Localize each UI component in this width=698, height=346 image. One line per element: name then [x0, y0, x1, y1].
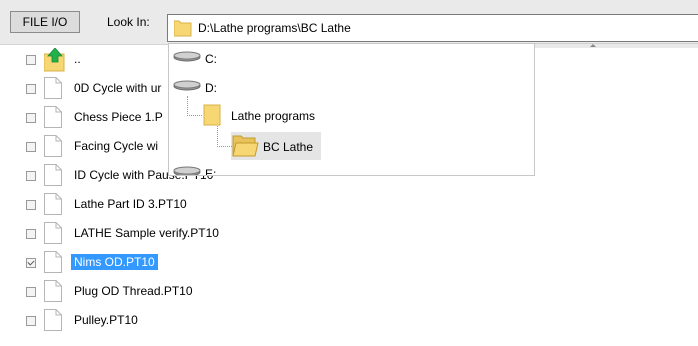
row-checkbox[interactable] — [26, 229, 36, 239]
file-name: Plug OD Thread.PT10 — [74, 284, 193, 298]
drive-icon — [173, 166, 201, 175]
dropdown-item-drive-c[interactable]: C: — [173, 49, 293, 69]
up-folder-icon — [43, 47, 66, 75]
file-row[interactable]: Lathe Part ID 3.PT10 — [0, 190, 698, 219]
document-icon — [44, 280, 62, 305]
row-checkbox[interactable] — [26, 55, 36, 65]
document-icon — [44, 164, 62, 189]
document-icon — [44, 222, 62, 247]
document-icon — [44, 251, 62, 276]
dropdown-item-label: C: — [205, 52, 217, 66]
current-path-text: D:\Lathe programs\BC Lathe — [198, 21, 351, 35]
file-name: Lathe Part ID 3.PT10 — [74, 197, 187, 211]
row-checkbox[interactable] — [26, 142, 36, 152]
open-folder-icon — [231, 134, 259, 161]
row-checkbox[interactable] — [26, 171, 36, 181]
look-in-label: Look In: — [107, 15, 150, 29]
row-checkbox[interactable] — [26, 287, 36, 297]
file-name: LATHE Sample verify.PT10 — [74, 226, 219, 240]
file-name-selected: Nims OD.PT10 — [71, 254, 158, 270]
row-checkbox[interactable] — [26, 200, 36, 210]
file-row-selected[interactable]: Nims OD.PT10 — [0, 248, 698, 277]
drive-icon — [173, 51, 201, 66]
dropdown-item-bc-lathe[interactable]: BC Lathe — [231, 132, 321, 160]
list-header-strip — [535, 43, 698, 48]
document-icon — [44, 106, 62, 131]
file-name: .. — [74, 52, 81, 66]
row-checkbox-checked[interactable] — [26, 258, 36, 268]
row-checkbox[interactable] — [26, 316, 36, 326]
look-in-path-combo[interactable]: D:\Lathe programs\BC Lathe — [167, 14, 698, 42]
scroll-up-arrow-icon[interactable] — [590, 44, 596, 47]
dropdown-item-drive-e[interactable]: E: — [173, 164, 293, 176]
dropdown-item-label: E: — [205, 167, 217, 176]
file-io-button[interactable]: FILE I/O — [10, 11, 80, 33]
toolbar: FILE I/O Look In: D:\Lathe programs\BC L… — [0, 0, 698, 45]
document-icon — [44, 77, 62, 102]
dropdown-item-label: BC Lathe — [263, 140, 314, 154]
row-checkbox[interactable] — [26, 113, 36, 123]
dropdown-item-drive-d[interactable]: D: — [173, 78, 293, 98]
file-row[interactable]: Plug OD Thread.PT10 — [0, 277, 698, 306]
file-row[interactable]: LATHE Sample verify.PT10 — [0, 219, 698, 248]
tree-connector — [217, 126, 232, 147]
document-icon — [44, 309, 62, 334]
look-in-dropdown: C: D: Lathe programs BC Lathe E: — [168, 43, 535, 176]
file-name: Pulley.PT10 — [74, 313, 138, 327]
tree-connector — [187, 96, 202, 116]
document-icon — [44, 193, 62, 218]
row-checkbox[interactable] — [26, 84, 36, 94]
drive-icon — [173, 80, 201, 95]
dropdown-item-label: Lathe programs — [231, 109, 316, 123]
file-name: Facing Cycle wi — [74, 139, 159, 153]
folder-icon — [173, 20, 192, 40]
file-name: Chess Piece 1.P — [74, 110, 163, 124]
document-icon — [44, 135, 62, 160]
file-name: 0D Cycle with ur — [74, 81, 162, 95]
dropdown-item-label: D: — [205, 81, 217, 95]
dropdown-item-lathe-programs[interactable]: Lathe programs — [203, 104, 363, 128]
file-row[interactable]: Pulley.PT10 — [0, 306, 698, 335]
